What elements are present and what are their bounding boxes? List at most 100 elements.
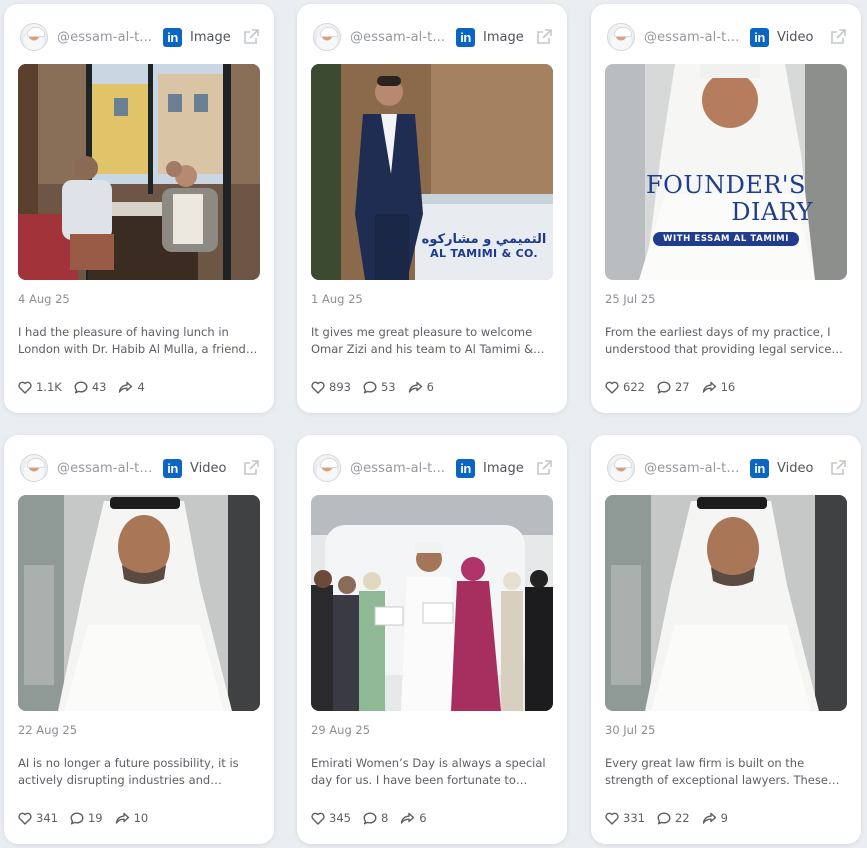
heart-icon xyxy=(605,381,619,394)
post-text[interactable]: Emirati Women’s Day is always a special … xyxy=(311,755,553,789)
firm-sign: التميمي و مشاركوه AL TAMIMI & CO. xyxy=(419,232,549,261)
post-date: 30 Jul 25 xyxy=(605,723,656,737)
post-card[interactable]: @essam-al-t... in Image التميمي و مشاركو… xyxy=(297,4,567,413)
shares-stat: 10 xyxy=(115,811,149,825)
avatar[interactable] xyxy=(20,23,48,51)
comment-icon xyxy=(70,812,84,824)
post-stats: 622 27 16 xyxy=(605,380,747,394)
shares-stat: 9 xyxy=(702,811,728,825)
comments-stat: 8 xyxy=(363,811,388,825)
post-card[interactable]: @essam-al-t... in Image 29 Aug 25 Emirat… xyxy=(297,435,567,844)
author-handle[interactable]: @essam-al-t... xyxy=(350,30,446,45)
likes-count: 331 xyxy=(623,811,645,825)
likes-stat: 341 xyxy=(18,811,58,825)
video-thumbnail[interactable] xyxy=(605,495,847,711)
avatar[interactable] xyxy=(607,454,635,482)
comment-icon xyxy=(363,812,377,824)
firm-sign-arabic: التميمي و مشاركوه xyxy=(421,232,547,247)
post-stats: 345 8 6 xyxy=(311,811,439,825)
shares-count: 16 xyxy=(720,380,736,394)
shares-count: 6 xyxy=(419,811,427,825)
post-stats: 893 53 6 xyxy=(311,380,446,394)
comments-count: 53 xyxy=(380,380,396,394)
share-icon xyxy=(702,812,716,824)
post-text[interactable]: From the earliest days of my practice, I… xyxy=(605,324,847,358)
media-type-label: Image xyxy=(483,460,524,476)
share-icon xyxy=(401,812,415,824)
share-icon xyxy=(408,381,422,393)
media-type-label: Video xyxy=(190,460,227,476)
heart-icon xyxy=(311,381,325,394)
likes-stat: 1.1K xyxy=(18,380,62,394)
video-title-line2: DIARY xyxy=(731,198,813,226)
post-card[interactable]: @essam-al-t... in Image 4 Aug 25 I had t… xyxy=(4,4,274,413)
post-date: 25 Jul 25 xyxy=(605,292,656,306)
comments-count: 8 xyxy=(380,811,389,825)
post-text[interactable]: It gives me great pleasure to welcome Om… xyxy=(311,324,553,358)
post-card[interactable]: @essam-al-ta... in Video FOUNDER'S DIARY… xyxy=(591,4,861,413)
post-stats: 331 22 9 xyxy=(605,811,740,825)
post-image[interactable]: التميمي و مشاركوه AL TAMIMI & CO. xyxy=(311,64,553,280)
post-image[interactable] xyxy=(311,495,553,711)
post-text[interactable]: AI is no longer a future possibility, it… xyxy=(18,755,260,789)
author-handle[interactable]: @essam-al-ta... xyxy=(644,30,740,45)
video-thumbnail[interactable] xyxy=(18,495,260,711)
avatar[interactable] xyxy=(607,23,635,51)
post-image[interactable] xyxy=(18,64,260,280)
comments-stat: 53 xyxy=(363,380,396,394)
media-type-label: Video xyxy=(777,460,814,476)
heart-icon xyxy=(311,812,325,825)
avatar[interactable] xyxy=(20,454,48,482)
likes-count: 341 xyxy=(36,811,58,825)
external-link-icon[interactable] xyxy=(829,28,847,46)
comments-count: 43 xyxy=(91,380,107,394)
external-link-icon[interactable] xyxy=(242,459,260,477)
linkedin-icon: in xyxy=(750,458,769,478)
author-handle[interactable]: @essam-al-t... xyxy=(350,461,446,476)
post-date: 4 Aug 25 xyxy=(18,292,70,306)
post-date: 29 Aug 25 xyxy=(311,723,371,737)
external-link-icon[interactable] xyxy=(829,459,847,477)
avatar[interactable] xyxy=(313,23,341,51)
linkedin-icon: in xyxy=(163,27,182,47)
comment-icon xyxy=(363,381,377,393)
likes-count: 345 xyxy=(329,811,351,825)
heart-icon xyxy=(18,381,32,394)
card-header: @essam-al-t... in Image xyxy=(20,22,260,52)
external-link-icon[interactable] xyxy=(242,28,260,46)
likes-count: 622 xyxy=(623,380,645,394)
post-card[interactable]: @essam-al-ta... in Video 30 Jul 25 Every… xyxy=(591,435,861,844)
video-title-line1: FOUNDER'S xyxy=(646,171,806,199)
author-handle[interactable]: @essam-al-ta... xyxy=(57,461,153,476)
card-header: @essam-al-t... in Image xyxy=(313,453,553,483)
media-type-label: Image xyxy=(483,29,524,45)
comments-stat: 22 xyxy=(657,811,690,825)
post-text[interactable]: Every great law firm is built on the str… xyxy=(605,755,847,789)
shares-count: 4 xyxy=(137,380,145,394)
external-link-icon[interactable] xyxy=(535,28,553,46)
share-icon xyxy=(119,381,133,393)
linkedin-icon: in xyxy=(456,27,475,47)
likes-stat: 345 xyxy=(311,811,351,825)
external-link-icon[interactable] xyxy=(535,459,553,477)
heart-icon xyxy=(605,812,619,825)
shares-stat: 4 xyxy=(118,380,145,394)
avatar[interactable] xyxy=(313,454,341,482)
post-date: 1 Aug 25 xyxy=(311,292,363,306)
likes-count: 1.1K xyxy=(36,380,62,394)
author-handle[interactable]: @essam-al-t... xyxy=(57,30,153,45)
author-handle[interactable]: @essam-al-ta... xyxy=(644,461,740,476)
comments-count: 19 xyxy=(87,811,103,825)
comments-stat: 27 xyxy=(657,380,690,394)
video-thumbnail[interactable]: FOUNDER'S DIARY WITH ESSAM AL TAMIMI xyxy=(605,64,847,280)
media-type-label: Video xyxy=(777,29,814,45)
card-header: @essam-al-ta... in Video xyxy=(607,22,847,52)
post-stats: 341 19 10 xyxy=(18,811,160,825)
post-card[interactable]: @essam-al-ta... in Video 22 Aug 25 AI is… xyxy=(4,435,274,844)
share-icon xyxy=(702,381,716,393)
video-title-overlay: FOUNDER'S DIARY WITH ESSAM AL TAMIMI xyxy=(605,172,847,246)
media-type-label: Image xyxy=(190,29,231,45)
shares-count: 10 xyxy=(133,811,149,825)
comments-count: 27 xyxy=(674,380,690,394)
post-text[interactable]: I had the pleasure of having lunch in Lo… xyxy=(18,324,260,358)
